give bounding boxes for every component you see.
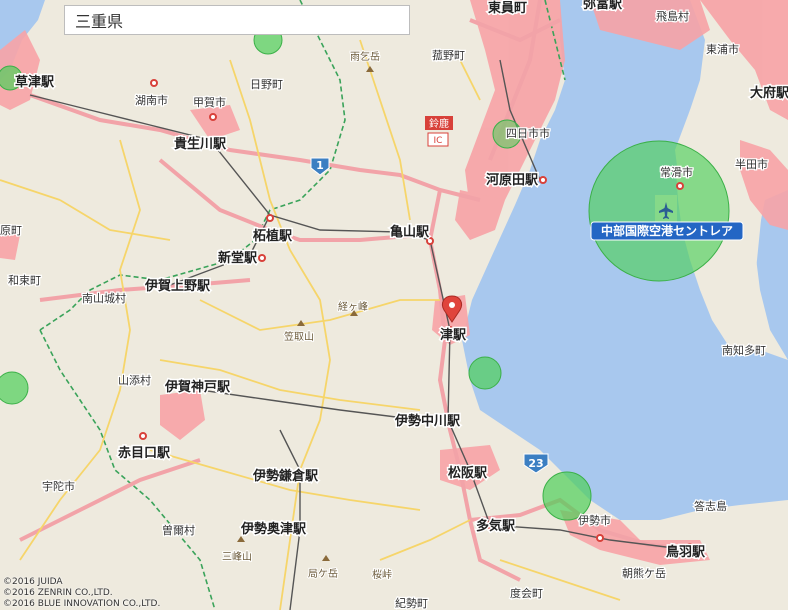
station-label-ise-kamakura[interactable]: 伊勢鎌倉駅 — [251, 467, 321, 486]
station-label-kameyama[interactable]: 亀山駅 — [389, 223, 432, 242]
city-label: 南山城村 — [82, 291, 126, 305]
station-label-ise-nakagawa[interactable]: 伊勢中川駅 — [393, 412, 463, 431]
city-label: 度会町 — [510, 586, 543, 600]
station-label-obu[interactable]: 大府駅 — [749, 84, 788, 103]
city-label: 常滑市 — [660, 165, 693, 179]
city-label: 答志島 — [694, 499, 727, 513]
copyright-notice: ©2016 JUIDA ©2016 ZENRIN CO.,LTD. ©2016 … — [3, 577, 160, 610]
station-label-taki[interactable]: 多気駅 — [475, 517, 518, 536]
station-label-iga-ueno[interactable]: 伊賀上野駅 — [143, 277, 213, 296]
map-canvas[interactable]: 中部国際空港セントレア 1 23 鈴鹿 IC 草津駅 貴生川駅 河原田駅 柘植駅 — [0, 0, 788, 610]
copyright-line: ©2016 ZENRIN CO.,LTD. — [3, 588, 113, 598]
mountain-label: 笠取山 — [284, 330, 314, 343]
station-label-iga-kambe[interactable]: 伊賀神戸駅 — [163, 378, 233, 397]
search-box[interactable] — [64, 5, 410, 35]
station-label-matsusaka[interactable]: 松阪駅 — [447, 464, 490, 483]
station-label-kawaharada[interactable]: 河原田駅 — [485, 171, 541, 190]
station-label-shindo[interactable]: 新堂駅 — [217, 249, 260, 268]
station-label-tsu[interactable]: 津駅 — [439, 326, 469, 345]
station-label-akameguchi[interactable]: 赤目口駅 — [117, 444, 173, 463]
airport-name: 中部国際空港セントレア — [601, 223, 733, 238]
svg-text:IC: IC — [434, 136, 443, 146]
mountain-label: 雨乞岳 — [350, 50, 380, 63]
city-label: 宇陀市 — [42, 479, 75, 493]
city-label: 原町 — [0, 224, 22, 237]
copyright-line: ©2016 JUIDA — [3, 577, 63, 587]
city-label: 山添村 — [118, 373, 151, 387]
svg-text:1: 1 — [316, 159, 324, 172]
station-label-kibukawa[interactable]: 貴生川駅 — [173, 135, 229, 154]
city-label: 甲賀市 — [193, 95, 226, 109]
city-label: 飛島村 — [656, 9, 689, 23]
city-label: 半田市 — [735, 157, 768, 171]
city-label: 四日市市 — [506, 126, 550, 140]
station-label-tsuge[interactable]: 柘植駅 — [251, 227, 295, 246]
airport-label[interactable]: 中部国際空港セントレア — [590, 221, 744, 241]
city-label: 南知多町 — [722, 343, 766, 357]
copyright-line: ©2016 BLUE INNOVATION CO.,LTD. — [3, 599, 161, 609]
mountain-label: 桜峠 — [372, 568, 392, 581]
search-input[interactable] — [65, 6, 409, 34]
mountain-label: 局ケ岳 — [308, 568, 338, 580]
station-label-toba[interactable]: 鳥羽駅 — [665, 543, 708, 562]
city-label: 菰野町 — [432, 49, 465, 62]
station-label-toin[interactable]: 東員町 — [487, 0, 529, 18]
city-label: 和束町 — [8, 274, 41, 287]
city-label: 東浦市 — [706, 42, 739, 56]
svg-text:鈴鹿: 鈴鹿 — [429, 117, 449, 130]
city-label: 日野町 — [250, 78, 283, 91]
city-label: 伊勢市 — [578, 513, 611, 527]
city-label: 紀勢町 — [395, 596, 428, 610]
mountain-label: 経ヶ峰 — [338, 300, 368, 313]
city-label: 朝熊ケ岳 — [622, 566, 666, 580]
svg-text:23: 23 — [528, 457, 543, 470]
mountain-label: 三峰山 — [222, 551, 252, 563]
station-label-kusatsu[interactable]: 草津駅 — [14, 73, 57, 92]
station-label-yatomi[interactable]: 弥富駅 — [582, 0, 625, 14]
city-label: 湖南市 — [135, 93, 168, 107]
station-label-ise-okitsu[interactable]: 伊勢奥津駅 — [239, 520, 309, 539]
city-label: 曽爾村 — [162, 523, 195, 537]
